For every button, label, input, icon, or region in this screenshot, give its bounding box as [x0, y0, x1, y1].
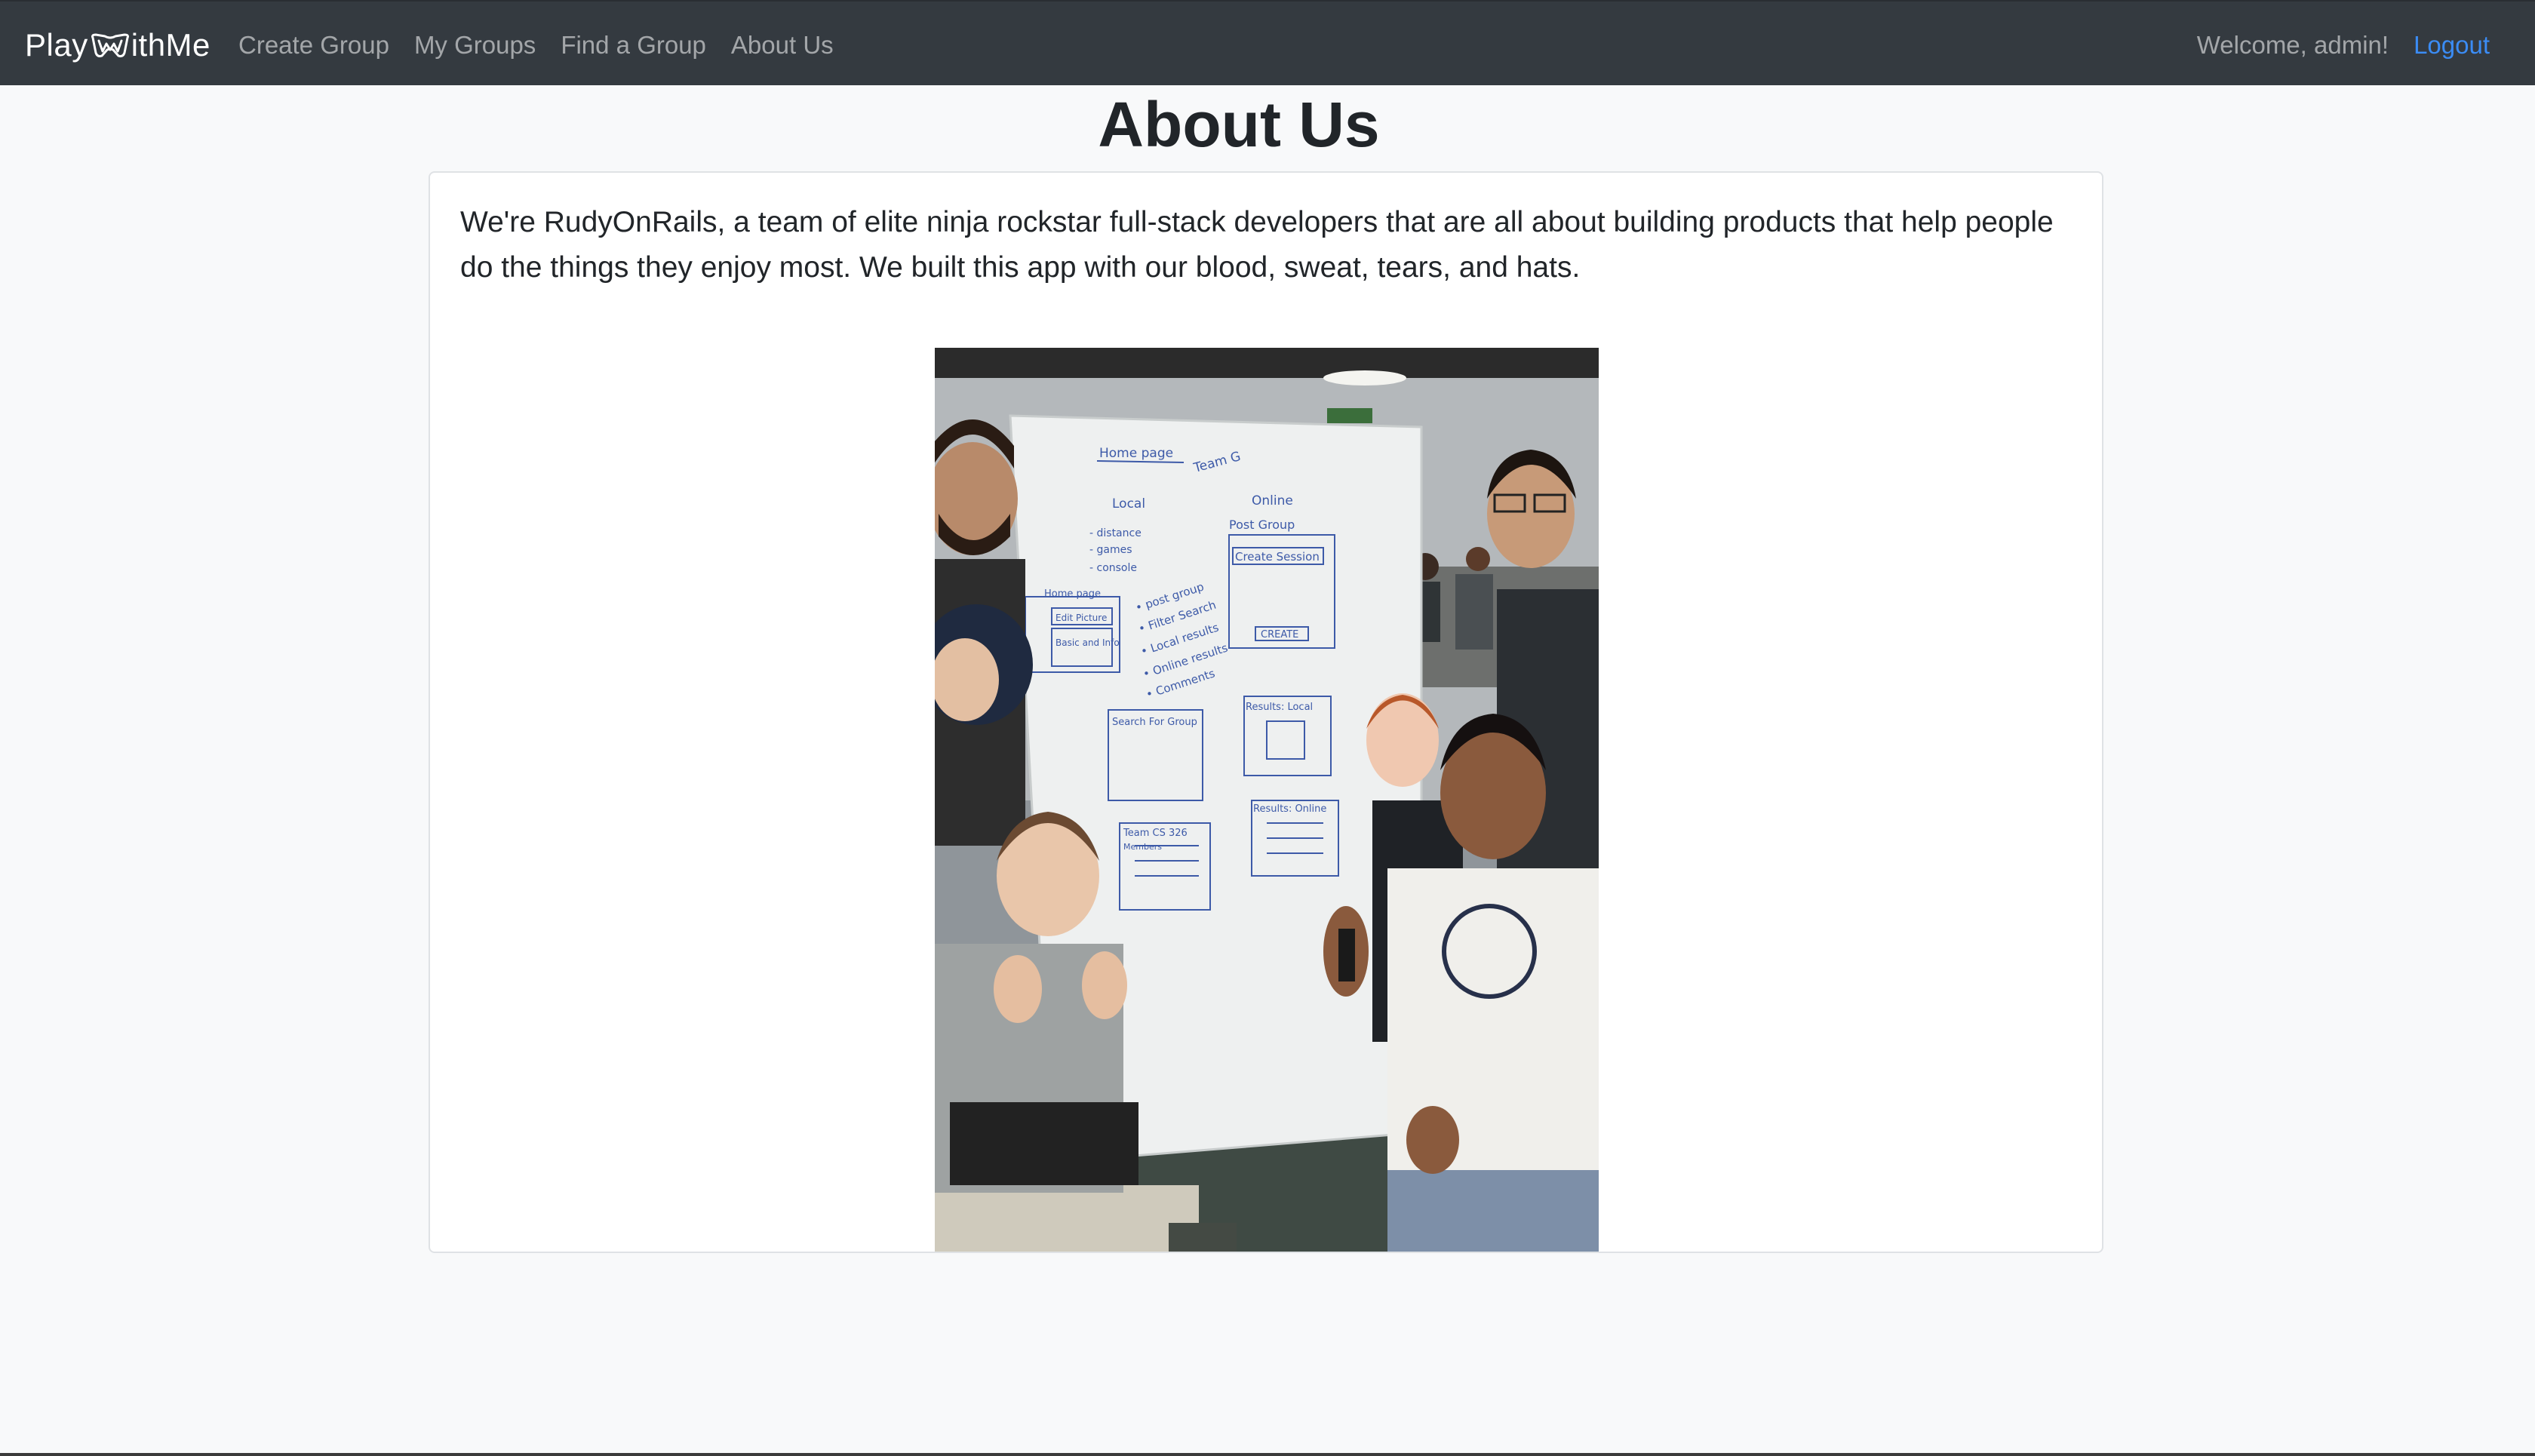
wb-search-box: Search For Group	[1112, 717, 1197, 728]
brand-suffix: ithMe	[131, 27, 210, 63]
page-title: About Us	[1098, 89, 1380, 160]
welcome-text: Welcome, admin!	[2196, 31, 2389, 59]
about-card: We're RudyOnRails, a team of elite ninja…	[429, 171, 2103, 1253]
wb-col-online: Online	[1252, 493, 1293, 508]
nav-user-area: Welcome, admin! Logout	[2197, 24, 2490, 66]
wb-create-button: CREATE	[1261, 629, 1298, 640]
nav-create-group[interactable]: Create Group	[238, 31, 389, 60]
wb-post-group: Post Group	[1229, 518, 1295, 532]
wb-heading: Home page	[1099, 446, 1173, 461]
wb-edit-picture: Edit Picture	[1055, 613, 1107, 623]
wb-col-local: Local	[1112, 496, 1145, 511]
wb-team-box: Team CS 326	[1123, 828, 1188, 839]
wb-homepage: Home page	[1044, 588, 1101, 600]
brand-prefix: Play	[25, 27, 88, 63]
controller-w-icon	[91, 33, 129, 57]
nav-find-a-group[interactable]: Find a Group	[561, 31, 706, 60]
window-bottom-edge	[0, 1453, 2535, 1456]
wb-members: Members	[1123, 842, 1162, 852]
intro-text: We're RudyOnRails, a team of elite ninja…	[460, 206, 2054, 284]
wb-list-3: - console	[1089, 562, 1137, 574]
nav-links: Create Group My Groups Find a Group Abou…	[238, 24, 859, 66]
nav-my-groups[interactable]: My Groups	[414, 31, 536, 60]
top-navbar: Play ithMe Create Group My Groups Find a…	[0, 0, 2535, 85]
wb-results-online: Results: Online	[1253, 803, 1326, 815]
nav-about-us[interactable]: About Us	[731, 31, 834, 60]
wb-list-2: - games	[1089, 544, 1132, 556]
wb-create-session: Create Session	[1235, 550, 1320, 564]
logout-link[interactable]: Logout	[2414, 31, 2490, 60]
wb-basic-info: Basic and Info	[1055, 637, 1120, 648]
wb-list-1: - distance	[1089, 527, 1142, 539]
brand-link[interactable]: Play ithMe	[25, 24, 210, 66]
wb-results-local: Results: Local	[1246, 702, 1313, 713]
team-photo: Home page Team G Local Online - distance…	[935, 348, 1599, 1252]
